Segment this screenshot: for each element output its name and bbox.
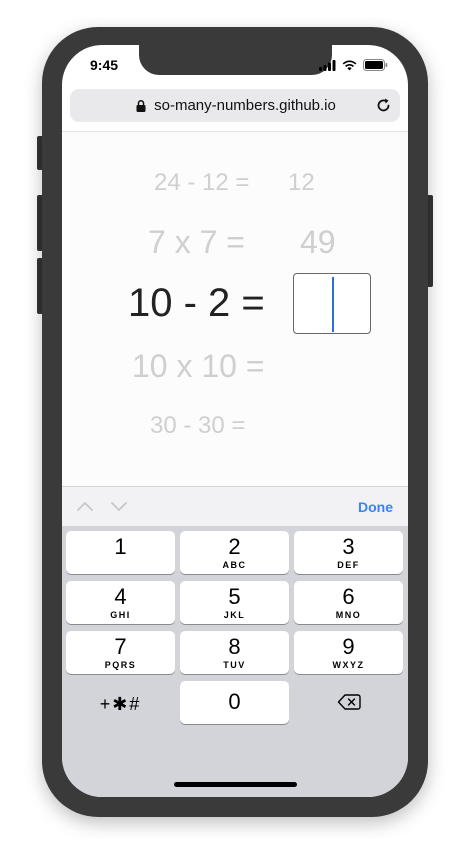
battery-icon — [363, 59, 388, 71]
problem-equation: 10 x 10 = — [132, 348, 265, 384]
key-number: 8 — [228, 634, 241, 659]
key-number: 3 — [342, 534, 355, 559]
done-button[interactable]: Done — [358, 499, 393, 515]
wifi-icon — [342, 60, 357, 70]
key-number: 7 — [114, 634, 127, 659]
chevron-up-icon[interactable] — [76, 499, 94, 513]
home-indicator[interactable] — [174, 782, 297, 787]
key-number: 9 — [342, 634, 355, 659]
status-time: 9:45 — [90, 57, 119, 73]
key-7[interactable]: 7 PQRS — [66, 631, 175, 674]
key-5[interactable]: 5 JKL — [180, 581, 289, 624]
status-icons — [319, 59, 388, 71]
key-letters: WXYZ — [332, 660, 365, 670]
keyboard-accessory-bar: Done — [62, 486, 408, 526]
key-letters: PQRS — [104, 660, 137, 670]
key-6[interactable]: 6 MNO — [294, 581, 403, 624]
key-number: 2 — [228, 534, 241, 559]
delete-key[interactable] — [294, 681, 403, 724]
key-letters: JKL — [223, 610, 246, 620]
backspace-icon — [337, 694, 361, 710]
address-bar[interactable]: so-many-numbers.github.io — [70, 89, 400, 122]
chevron-down-icon[interactable] — [110, 499, 128, 513]
phone-screen: 9:45 so-many-numbers.github.io 24 - 12 =… — [62, 45, 408, 797]
key-number: 0 — [228, 689, 241, 714]
symbols-key[interactable]: +✱# — [66, 681, 175, 724]
problem-answer: 49 — [300, 224, 336, 260]
key-number: 6 — [342, 584, 355, 609]
key-3[interactable]: 3 DEF — [294, 531, 403, 574]
problem-equation: 7 x 7 = — [148, 224, 245, 260]
numeric-keypad: 1 2 ABC 3 DEF 4 GHI 5 JKL 6 MNO 7 PQRS 8 — [62, 526, 408, 797]
key-number: 4 — [114, 584, 127, 609]
lock-icon — [136, 99, 146, 112]
key-letters: MNO — [335, 610, 362, 620]
key-9[interactable]: 9 WXYZ — [294, 631, 403, 674]
problem-equation: 30 - 30 = — [150, 412, 246, 439]
current-problem-equation: 10 - 2 = — [128, 281, 265, 325]
key-4[interactable]: 4 GHI — [66, 581, 175, 624]
url-text: so-many-numbers.github.io — [154, 97, 336, 114]
key-letters: GHI — [110, 610, 131, 620]
text-caret — [332, 277, 334, 332]
problem-equation: 24 - 12 = — [154, 169, 250, 196]
reload-icon[interactable] — [375, 97, 392, 114]
key-letters: ABC — [222, 560, 247, 570]
symbols-label: +✱# — [99, 694, 142, 714]
key-1[interactable]: 1 — [66, 531, 175, 574]
problem-answer: 12 — [288, 169, 315, 196]
answer-input[interactable] — [293, 273, 371, 334]
key-number: 1 — [114, 534, 127, 559]
key-2[interactable]: 2 ABC — [180, 531, 289, 574]
key-0[interactable]: 0 — [180, 681, 289, 724]
key-letters: TUV — [223, 660, 246, 670]
key-letters: DEF — [337, 560, 360, 570]
key-number: 5 — [228, 584, 241, 609]
math-practice-area: 24 - 12 = 12 7 x 7 = 49 10 - 2 = 10 x 10… — [62, 131, 408, 486]
signal-icon — [319, 59, 336, 71]
key-8[interactable]: 8 TUV — [180, 631, 289, 674]
notch — [139, 45, 332, 75]
